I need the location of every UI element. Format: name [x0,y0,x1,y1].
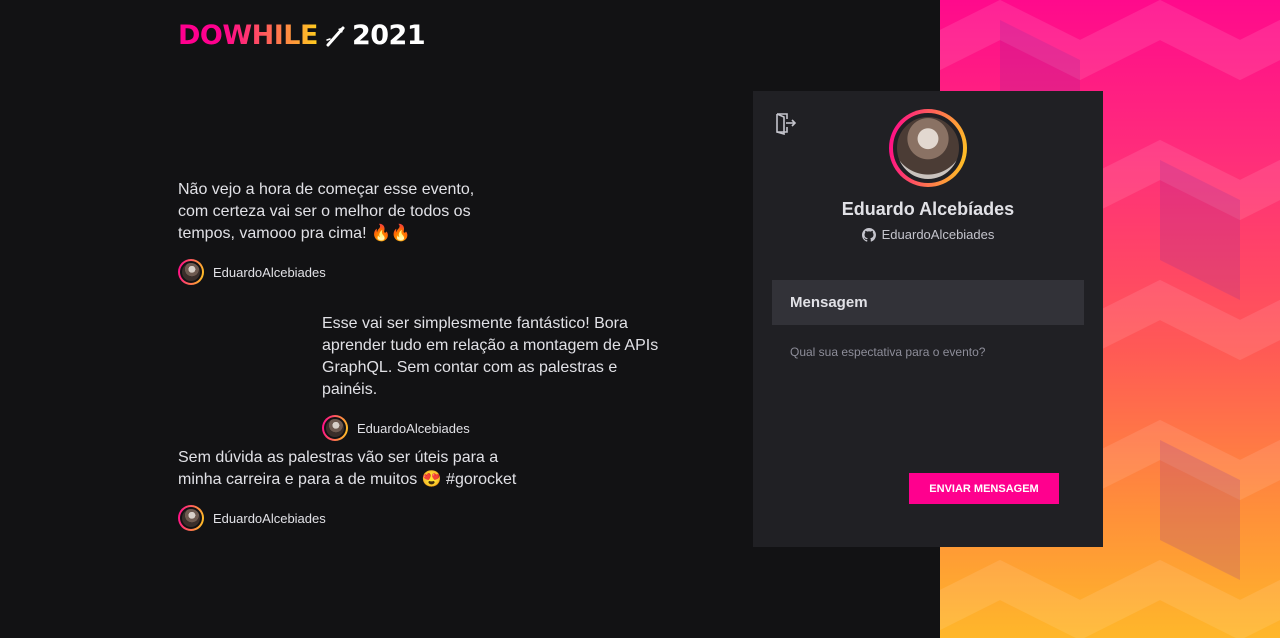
message-user: EduardoAlcebiades [178,259,508,285]
github-username: EduardoAlcebiades [881,227,995,242]
message-item: Não vejo a hora de começar esse evento, … [178,179,508,285]
send-message-button[interactable]: ENVIAR MENSAGEM [909,473,1059,504]
message-username: EduardoAlcebiades [213,264,326,280]
github-icon [861,227,876,242]
message-form: Mensagem ENVIAR MENSAGEM [772,280,1084,528]
profile-name: Eduardo Alcebíades [841,199,1015,219]
message-text: Não vejo a hora de começar esse evento, … [178,181,475,242]
message-user: EduardoAlcebiades [178,505,518,531]
logo: DO WHILE 2021 [178,20,426,52]
logo-year: 2021 [351,20,426,51]
message-item: Sem dúvida as palestras vão ser úteis pa… [178,447,518,531]
form-title: Mensagem [772,280,1084,325]
profile-avatar [889,109,967,187]
sign-out-icon[interactable] [773,111,797,135]
message-text: Esse vai ser simplesmente fantástico! Bo… [322,315,659,398]
message-text: Sem dúvida as palestras vão ser úteis pa… [178,449,517,488]
avatar [178,505,204,531]
rocket-slash-icon [326,26,345,47]
message-username: EduardoAlcebiades [213,510,326,526]
profile-github[interactable]: EduardoAlcebiades [753,227,1103,242]
logo-while: WHILE [222,20,318,51]
avatar [178,259,204,285]
user-card: Eduardo Alcebíades EduardoAlcebiades Men… [753,91,1103,547]
message-username: EduardoAlcebiades [357,420,470,436]
message-item: Esse vai ser simplesmente fantástico! Bo… [322,313,672,441]
message-user: EduardoAlcebiades [322,415,672,441]
logo-do: DO [178,20,223,51]
avatar [322,415,348,441]
